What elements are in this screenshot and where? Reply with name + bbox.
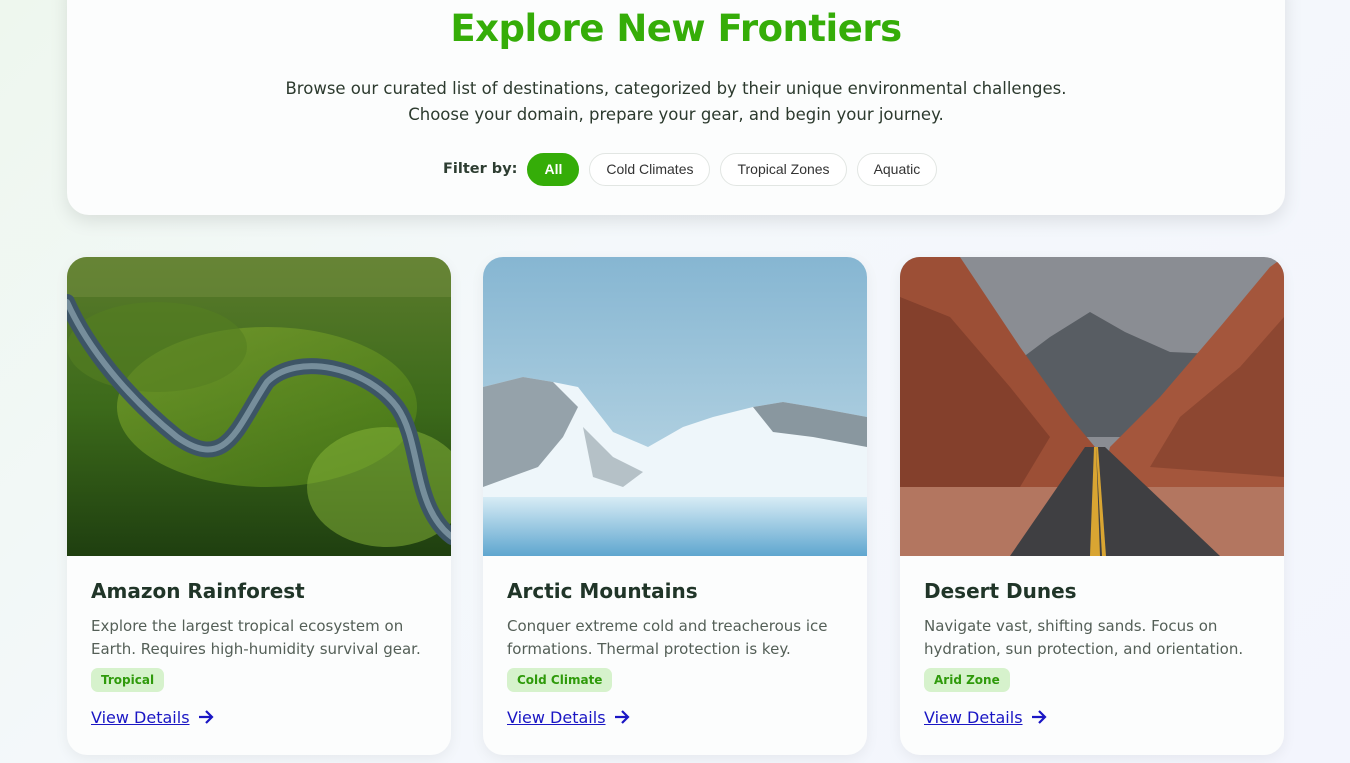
page-title: Explore New Frontiers bbox=[450, 7, 902, 50]
header-card: Explore New Frontiers Browse our curated… bbox=[67, 0, 1285, 215]
card-image-desert bbox=[900, 257, 1284, 556]
category-badge: Tropical bbox=[91, 668, 165, 692]
card-description: Navigate vast, shifting sands. Focus on … bbox=[924, 617, 1244, 658]
arrow-right-icon bbox=[198, 710, 214, 724]
destination-card-arctic: Arctic Mountains Conquer extreme cold an… bbox=[483, 257, 867, 755]
card-image-forest bbox=[67, 257, 451, 556]
arrow-right-icon bbox=[1031, 710, 1047, 724]
category-badge: Arid Zone bbox=[924, 668, 1010, 692]
filter-chip-tropical-zones[interactable]: Tropical Zones bbox=[720, 152, 847, 186]
filter-chip-cold-climates[interactable]: Cold Climates bbox=[589, 152, 711, 186]
card-title: Arctic Mountains bbox=[507, 579, 698, 603]
destination-card-amazon: Amazon Rainforest Explore the largest tr… bbox=[67, 257, 451, 755]
view-details-link[interactable]: View Details bbox=[507, 707, 632, 727]
page-subtitle: Browse our curated list of destinations,… bbox=[67, 76, 1285, 128]
view-details-label: View Details bbox=[924, 707, 1023, 727]
view-details-link[interactable]: View Details bbox=[924, 707, 1049, 727]
view-details-label: View Details bbox=[91, 707, 190, 727]
filter-chip-aquatic[interactable]: Aquatic bbox=[856, 152, 938, 186]
category-badge: Cold Climate bbox=[507, 668, 613, 692]
subtitle-line-2: Choose your domain, prepare your gear, a… bbox=[408, 105, 944, 124]
destination-card-desert: Desert Dunes Navigate vast, shifting san… bbox=[900, 257, 1284, 755]
card-image-mountains bbox=[483, 257, 867, 556]
card-title: Amazon Rainforest bbox=[91, 579, 305, 603]
view-details-label: View Details bbox=[507, 707, 606, 727]
filter-bar: Filter by: All Cold Climates Tropical Zo… bbox=[443, 152, 947, 186]
arrow-right-icon bbox=[614, 710, 630, 724]
subtitle-line-1: Browse our curated list of destinations,… bbox=[285, 79, 1067, 98]
card-title: Desert Dunes bbox=[924, 579, 1077, 603]
filter-chip-all[interactable]: All bbox=[527, 152, 580, 186]
card-description: Conquer extreme cold and treacherous ice… bbox=[507, 617, 828, 658]
filter-label: Filter by: bbox=[443, 161, 518, 177]
view-details-link[interactable]: View Details bbox=[91, 707, 216, 727]
card-description: Explore the largest tropical ecosystem o… bbox=[91, 617, 421, 658]
